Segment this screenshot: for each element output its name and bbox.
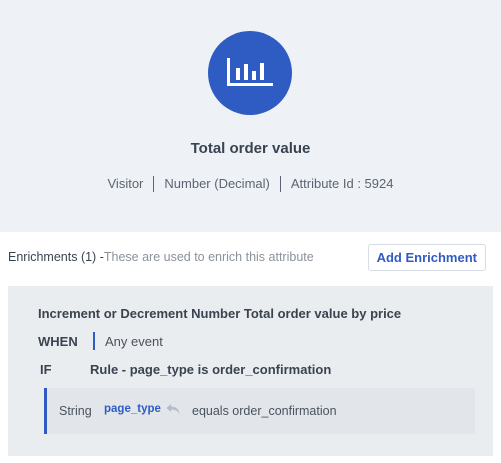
bar-chart-icon — [208, 31, 292, 115]
attribute-meta: Visitor Number (Decimal) Attribute Id : … — [0, 176, 501, 192]
reply-arrow-icon — [165, 401, 181, 417]
enrichments-description: These are used to enrich this attribute — [103, 250, 314, 264]
condition-operator-value: equals order_confirmation — [192, 404, 337, 418]
when-value: Any event — [105, 334, 163, 349]
when-divider — [93, 332, 95, 350]
enrichment-rule-card: Increment or Decrement Number Total orde… — [8, 286, 493, 456]
attribute-data-type: Number (Decimal) — [164, 176, 270, 191]
condition-field[interactable]: page_type — [104, 403, 161, 415]
enrichments-bar: Enrichments (1) -These are used to enric… — [8, 244, 486, 271]
attribute-title: Total order value — [190, 140, 311, 157]
if-keyword: IF — [40, 362, 52, 377]
enrichments-count-label: Enrichments (1) - — [8, 250, 104, 264]
if-rule-text: Rule - page_type is order_confirmation — [90, 362, 332, 377]
rule-title: Increment or Decrement Number Total orde… — [38, 306, 402, 321]
condition-row: String page_type equals order_confirmati… — [44, 388, 475, 434]
enrichments-heading: Enrichments (1) -These are used to enric… — [8, 250, 314, 264]
when-keyword: WHEN — [38, 334, 78, 349]
attribute-header: Total order value Visitor Number (Decima… — [0, 0, 501, 232]
condition-type: String — [59, 404, 92, 418]
attribute-id: Attribute Id : 5924 — [290, 176, 394, 191]
attribute-entity: Visitor — [107, 176, 144, 191]
add-enrichment-button[interactable]: Add Enrichment — [367, 244, 486, 271]
